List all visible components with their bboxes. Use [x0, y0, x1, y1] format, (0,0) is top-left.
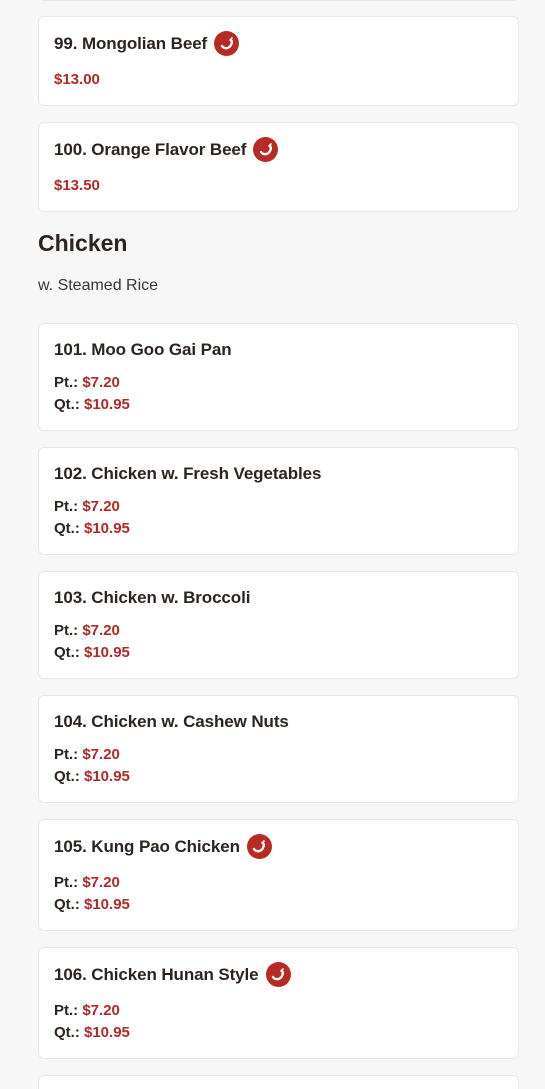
quart-label: Qt.:: [54, 768, 80, 785]
pint-label: Pt.:: [54, 746, 79, 763]
pint-label: Pt.:: [54, 874, 79, 891]
quart-price: $10.95: [84, 644, 130, 661]
item-price: $13.00: [54, 71, 100, 88]
item-name: 104. Chicken w. Cashew Nuts: [54, 712, 289, 731]
quart-label: Qt.:: [54, 644, 80, 661]
spicy-pepper-icon: [265, 962, 291, 987]
pint-price: $7.20: [82, 746, 120, 763]
pint-label: Pt.:: [54, 498, 79, 515]
menu-item-card[interactable]: 103. Chicken w. Broccoli Pt.: $7.20 Qt.:…: [38, 571, 519, 679]
menu-item-card[interactable]: 106. Chicken Hunan Style Pt.: $7.20 Qt.:…: [38, 947, 519, 1059]
item-name: 102. Chicken w. Fresh Vegetables: [54, 464, 322, 483]
menu-item-card[interactable]: 105. Kung Pao Chicken Pt.: $7.20 Qt.: $1…: [38, 819, 519, 931]
spicy-pepper-icon: [246, 834, 272, 859]
pint-price: $7.20: [82, 1002, 120, 1019]
pint-label: Pt.:: [54, 374, 79, 391]
section-title: Chicken: [38, 230, 128, 256]
item-name: 103. Chicken w. Broccoli: [54, 588, 251, 607]
menu-item-card[interactable]: 102. Chicken w. Fresh Vegetables Pt.: $7…: [38, 447, 519, 555]
pint-price: $7.20: [82, 498, 120, 515]
item-name: 99. Mongolian Beef: [54, 33, 208, 53]
pint-label: Pt.:: [54, 622, 79, 639]
section-subtitle: w. Steamed Rice: [38, 277, 159, 294]
quart-price: $10.95: [84, 396, 130, 413]
menu-item-card-partial[interactable]: [38, 0, 519, 1]
item-price: $13.50: [54, 177, 100, 194]
menu-item-card-partial[interactable]: [38, 1075, 519, 1089]
pint-price: $7.20: [82, 622, 120, 639]
quart-price: $10.95: [84, 520, 130, 537]
quart-price: $10.95: [84, 768, 130, 785]
menu-item-card[interactable]: 101. Moo Goo Gai Pan Pt.: $7.20 Qt.: $10…: [38, 323, 519, 431]
item-name: 105. Kung Pao Chicken: [54, 836, 240, 856]
spicy-pepper-icon: [253, 137, 279, 162]
quart-price: $10.95: [84, 1024, 130, 1041]
pint-price: $7.20: [82, 874, 120, 891]
quart-price: $10.95: [84, 896, 130, 913]
quart-label: Qt.:: [54, 1024, 80, 1041]
item-name: 100. Orange Flavor Beef: [54, 139, 247, 159]
spicy-pepper-icon: [214, 31, 240, 56]
menu-item-card[interactable]: 99. Mongolian Beef $13.00: [38, 16, 519, 106]
item-name: 101. Moo Goo Gai Pan: [54, 340, 232, 359]
quart-label: Qt.:: [54, 896, 80, 913]
menu-item-card[interactable]: 104. Chicken w. Cashew Nuts Pt.: $7.20 Q…: [38, 695, 519, 803]
item-name: 106. Chicken Hunan Style: [54, 964, 259, 984]
menu-item-card[interactable]: 100. Orange Flavor Beef $13.50: [38, 122, 519, 212]
pint-label: Pt.:: [54, 1002, 79, 1019]
quart-label: Qt.:: [54, 520, 80, 537]
quart-label: Qt.:: [54, 396, 80, 413]
pint-price: $7.20: [82, 374, 120, 391]
